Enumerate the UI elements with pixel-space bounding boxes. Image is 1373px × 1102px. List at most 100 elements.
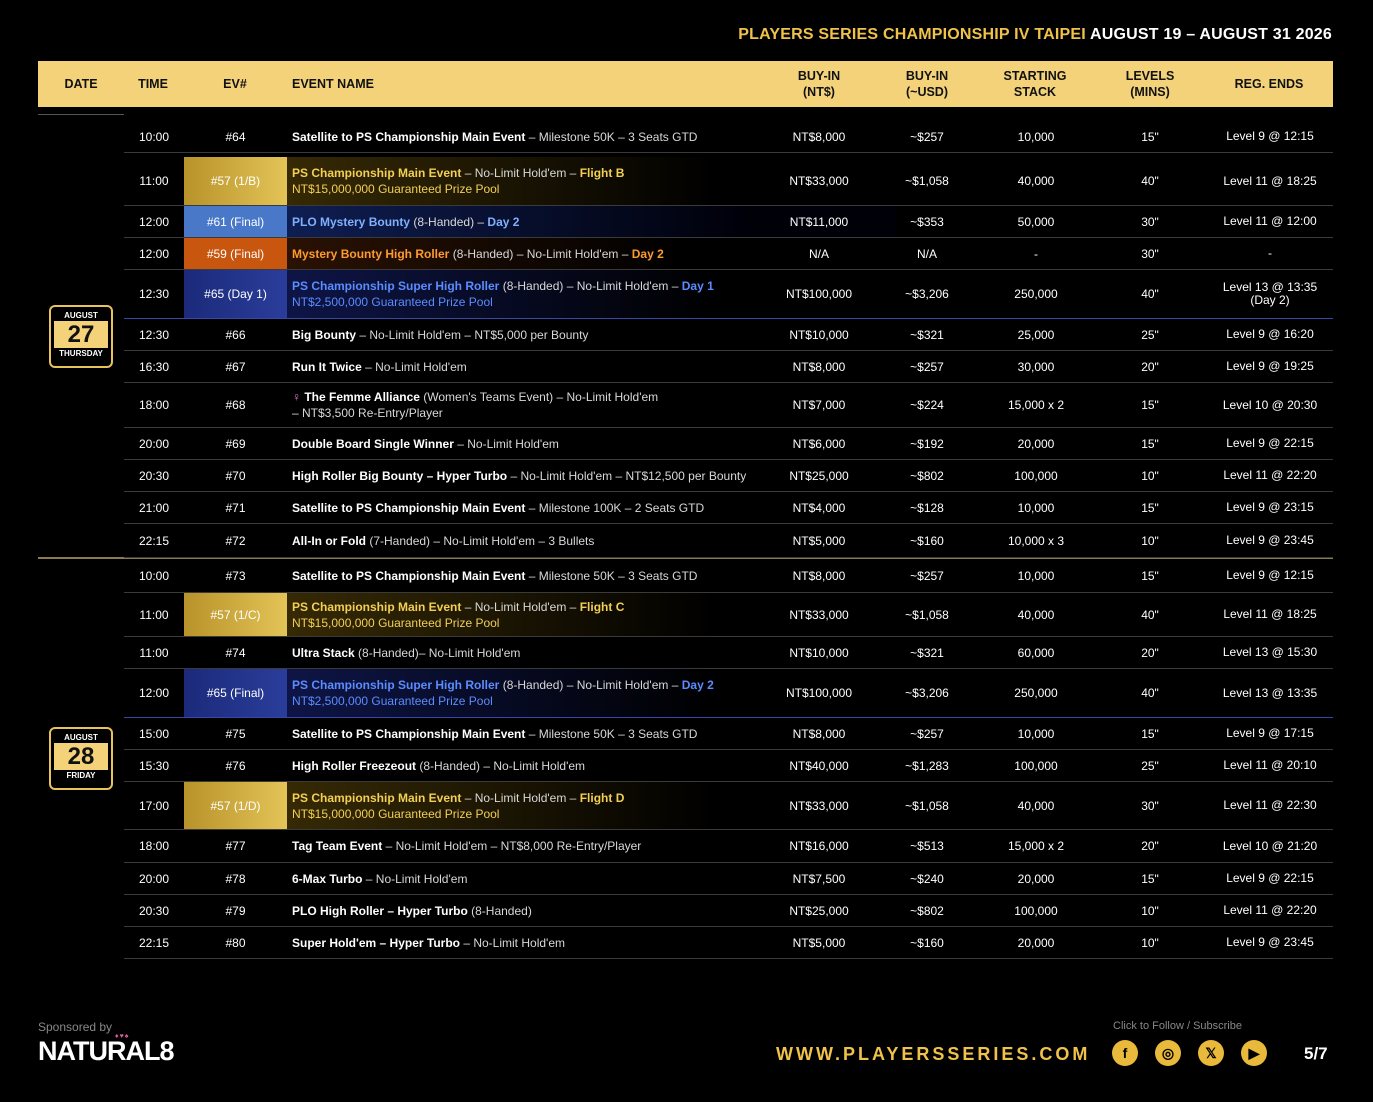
buyin-usd: ~$513	[910, 839, 944, 853]
event-title: PLO Mystery Bounty	[292, 214, 411, 229]
starting-stack: 15,000 x 2	[1007, 398, 1065, 412]
buyin-nt: NT$100,000	[785, 287, 853, 301]
event-title: Satellite to PS Championship Main Event	[292, 726, 526, 741]
event-detail: (8-Handed) – No-Limit Hold'em	[416, 758, 586, 773]
event-detail: – No-Limit Hold'em	[453, 436, 559, 451]
buyin-usd: ~$1,058	[905, 607, 949, 622]
event-time: 10:00	[138, 568, 170, 583]
event-number: #77	[225, 839, 246, 853]
header-event-name: EVENT NAME	[292, 77, 374, 91]
event-detail: – No-Limit Hold'em	[460, 935, 565, 950]
table-header: DATE TIME EV# EVENT NAME BUY-IN (NT$) BUY…	[38, 61, 1333, 107]
youtube-icon[interactable]: ▶	[1241, 1040, 1267, 1066]
event-title: PS Championship Main Event	[292, 790, 462, 805]
event-flight: Day 2	[487, 214, 520, 229]
buyin-nt: NT$10,000	[789, 327, 849, 342]
event-detail: – Milestone 50K – 3 Seats GTD	[525, 568, 698, 583]
event-detail: (8-Handed)– No-Limit Hold'em	[354, 645, 521, 660]
buyin-usd: ~$1,058	[905, 798, 949, 813]
table-row: 11:00 #57 (1/C) PS Championship Main Event…	[124, 593, 1333, 637]
level-length: 20"	[1141, 645, 1159, 660]
buyin-nt: NT$25,000	[789, 903, 849, 918]
event-flight: Flight C	[579, 599, 625, 614]
reg-ends: Level 13 @ 13:35 (Day 2)	[1222, 280, 1318, 307]
event-detail: (8-Handed) – No-Limit Hold'em –	[449, 246, 632, 261]
facebook-icon[interactable]: f	[1112, 1040, 1138, 1066]
page-number: 5/7	[1304, 1044, 1328, 1063]
buyin-nt: NT$33,000	[789, 174, 849, 188]
event-time: 10:00	[138, 129, 170, 144]
reg-ends: Level 11 @ 22:20	[1223, 903, 1317, 917]
event-title: High Roller Freezeout	[292, 758, 417, 773]
starting-stack: 60,000	[1017, 645, 1055, 660]
reg-ends: Level 9 @ 23:45	[1226, 935, 1314, 949]
event-number: #80	[225, 935, 246, 950]
event-detail: – No-Limit Hold'em – NT$5,000 per Bounty	[356, 327, 589, 342]
event-title: The Femme Alliance	[304, 390, 420, 404]
instagram-icon[interactable]: ◎	[1155, 1040, 1181, 1066]
event-number: #57 (1/B)	[184, 157, 287, 205]
event-prize-pool: NT$2,500,000 Guaranteed Prize Pool	[292, 694, 493, 708]
event-time: 11:00	[139, 645, 169, 660]
event-detail: – Milestone 100K – 2 Seats GTD	[525, 500, 705, 515]
event-number: #65 (Day 1)	[184, 270, 287, 318]
starting-stack: 10,000	[1017, 500, 1055, 515]
level-length: 10"	[1141, 903, 1159, 918]
event-number: #74	[225, 645, 246, 660]
header-date: DATE	[64, 77, 98, 91]
event-number: #75	[225, 726, 246, 741]
event-number: #69	[225, 436, 246, 451]
female-icon: ♀	[292, 390, 301, 404]
event-title: PS Championship Main Event	[292, 599, 462, 614]
level-length: 40"	[1141, 287, 1159, 301]
buyin-usd: ~$1,283	[905, 758, 949, 773]
buyin-nt: NT$40,000	[789, 758, 849, 773]
buyin-nt: NT$8,000	[792, 568, 846, 583]
x-icon[interactable]: 𝕏	[1198, 1040, 1224, 1066]
buyin-usd: ~$160	[910, 935, 944, 950]
event-time: 15:00	[138, 726, 170, 741]
reg-ends: Level 9 @ 16:20	[1226, 327, 1314, 341]
reg-ends: Level 10 @ 21:20	[1222, 838, 1318, 853]
starting-stack: 30,000	[1017, 359, 1055, 374]
header-buyin-usd: BUY-IN (~USD)	[905, 69, 949, 99]
buyin-nt: NT$25,000	[789, 468, 849, 483]
buyin-usd: ~$192	[910, 436, 944, 451]
level-length: 15"	[1141, 500, 1159, 515]
event-title: Mystery Bounty High Roller	[292, 246, 450, 261]
event-time: 20:30	[138, 903, 170, 918]
buyin-usd: ~$802	[910, 903, 944, 918]
website-link[interactable]: WWW.PLAYERSSERIES.COM	[776, 1044, 1090, 1065]
table-row: 16:30 #67 Run It Twice – No-Limit Hold'em N…	[124, 351, 1333, 383]
event-time: 11:00	[139, 174, 169, 188]
event-title: Tag Team Event	[292, 839, 383, 853]
event-title: Satellite to PS Championship Main Event	[292, 500, 526, 515]
starting-stack: 10,000	[1017, 129, 1055, 144]
buyin-nt: NT$5,000	[792, 935, 846, 950]
date-badge-28: AUGUST 28 FRIDAY	[49, 727, 113, 790]
event-prize-pool: NT$15,000,000 Guaranteed Prize Pool	[292, 806, 500, 821]
table-row: 21:00 #71 Satellite to PS Championship Mai…	[124, 492, 1333, 524]
reg-ends: Level 10 @ 20:30	[1222, 397, 1318, 412]
starting-stack: 100,000	[1014, 468, 1058, 483]
event-time: 20:00	[138, 436, 170, 451]
event-title: Ultra Stack	[292, 645, 355, 660]
event-detail: – No-Limit Hold'em –	[461, 166, 580, 180]
table-row: 20:30 #70 High Roller Big Bounty – Hyper T…	[124, 460, 1333, 492]
event-title: 6-Max Turbo	[292, 871, 363, 886]
buyin-nt: NT$16,000	[789, 839, 849, 853]
buyin-usd: ~$257	[910, 726, 944, 741]
event-detail: – No-Limit Hold'em – NT$12,500 per Bount…	[507, 468, 747, 483]
buyin-nt: N/A	[808, 246, 829, 261]
buyin-usd: ~$802	[910, 468, 944, 483]
buyin-nt: NT$10,000	[789, 645, 849, 660]
reg-ends: Level 11 @ 22:20	[1223, 468, 1317, 482]
table-row: 10:00 #73 Satellite to PS Championship Mai…	[124, 559, 1333, 593]
reg-ends: Level 9 @ 12:15	[1226, 129, 1314, 143]
table-row: 10:00 #64 Satellite to PS Championship Mai…	[124, 121, 1333, 153]
buyin-nt: NT$33,000	[789, 607, 849, 622]
event-time: 12:30	[138, 327, 170, 342]
level-length: 30"	[1141, 214, 1159, 229]
event-title: PS Championship Super High Roller	[292, 678, 500, 692]
starting-stack: 25,000	[1017, 327, 1055, 342]
